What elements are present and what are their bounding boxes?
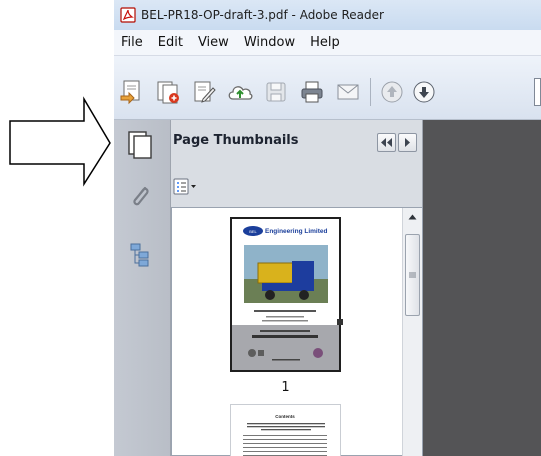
page-number-input[interactable] [534,78,541,106]
save-button[interactable] [262,78,290,106]
content-area: Page Thumbnails BEL Engineering Limited … [114,120,541,456]
svg-text:BEL: BEL [249,229,257,234]
thumbnail-options-icon [173,178,196,195]
menu-file[interactable]: File [118,32,151,53]
upload-cloud-button[interactable] [226,78,254,106]
triangle-up-icon [408,214,417,220]
menu-view[interactable]: View [195,32,237,53]
bookmarks-tree-icon [130,243,149,267]
attachments-button[interactable] [122,178,160,216]
double-chevron-left-icon [381,138,392,147]
email-icon [337,84,359,100]
previous-page-button[interactable] [378,78,406,106]
panel-header: Page Thumbnails [171,120,423,164]
page-1-preview: BEL Engineering Limited [232,219,339,370]
thumbnail-header-text: Engineering Limited [265,228,328,235]
edit-document-icon [194,81,216,103]
page-thumbnail-label-1: 1 [281,380,290,395]
combine-files-icon [157,81,179,104]
combine-files-button[interactable] [154,78,182,106]
toolbar-separator [370,78,371,106]
print-icon [301,81,323,103]
edit-document-button[interactable] [190,78,218,106]
thumbnail-scrollbar[interactable] [402,208,422,456]
window-title: BEL-PR18-OP-draft-3.pdf - Adobe Reader [141,8,384,22]
panel-title: Page Thumbnails [173,133,299,148]
main-toolbar [114,56,541,120]
menu-bar: File Edit View Window Help [114,30,541,56]
print-button[interactable] [298,78,326,106]
paperclip-icon [133,186,149,206]
collapse-panel-button[interactable] [377,133,396,152]
grip-icon [409,272,416,278]
page-thumbnail-1[interactable]: BEL Engineering Limited [230,217,343,372]
thumbnail-options-button[interactable] [171,177,209,197]
menu-help[interactable]: Help [307,32,348,53]
next-page-button[interactable] [410,78,438,106]
menu-window[interactable]: Window [241,32,303,53]
page-2-preview: Contents [231,405,340,456]
create-pdf-icon [120,80,140,105]
menu-edit[interactable]: Edit [155,32,191,53]
adobe-reader-window: BEL-PR18-OP-draft-3.pdf - Adobe Reader F… [114,0,541,456]
previous-page-icon [381,81,403,103]
next-page-icon [413,81,435,103]
thumbnail-resize-handle[interactable] [337,319,343,325]
page-thumbnails-button[interactable] [122,126,160,164]
upload-cloud-icon [228,86,253,100]
annotation-arrow-area [0,0,114,456]
page-thumbnails-icon [128,131,152,159]
scroll-thumb[interactable] [405,234,420,316]
adobe-reader-app-icon [120,7,136,23]
toolbar-gap [444,78,445,106]
thumbnail-list[interactable]: BEL Engineering Limited 1 Contents [171,207,423,456]
annotation-arrow-icon [9,96,111,187]
page-thumbnail-2[interactable]: Contents [230,404,341,456]
create-pdf-button[interactable] [118,78,146,106]
bookmarks-button[interactable] [122,236,160,274]
navigation-pane-rail [114,120,171,456]
title-bar: BEL-PR18-OP-draft-3.pdf - Adobe Reader [114,0,541,30]
document-view[interactable] [423,120,541,456]
page-thumbnails-panel: Page Thumbnails BEL Engineering Limited … [171,120,423,456]
thumbnail-2-heading: Contents [275,414,295,419]
expand-panel-button[interactable] [398,133,417,152]
scroll-up-button[interactable] [403,208,422,226]
save-icon [266,82,286,102]
email-button[interactable] [334,78,362,106]
triangle-right-icon [405,138,410,147]
